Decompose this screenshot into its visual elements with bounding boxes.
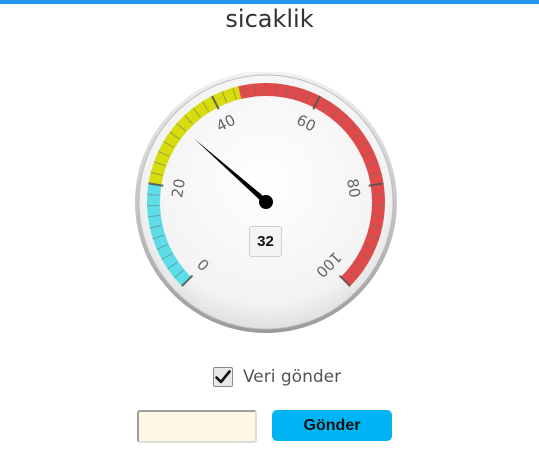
send-button[interactable]: Gönder — [272, 410, 392, 441]
gauge-tick-label: 80 — [343, 177, 364, 199]
gauge-needle-hub — [259, 195, 273, 209]
value-input[interactable] — [137, 410, 257, 443]
page-title: sicaklik — [225, 5, 314, 33]
send-data-checkbox[interactable] — [213, 367, 233, 387]
checkmark-icon — [215, 370, 231, 384]
send-data-label: Veri gönder — [243, 367, 342, 387]
send-data-option: Veri gönder — [213, 366, 341, 388]
gauge-value-display: 32 — [249, 226, 282, 257]
gauge: 0 20 40 60 80 100 — [131, 72, 401, 342]
gauge-dial: 02040 6080100 — [135, 72, 397, 333]
gauge-tick-label: 20 — [168, 177, 189, 199]
